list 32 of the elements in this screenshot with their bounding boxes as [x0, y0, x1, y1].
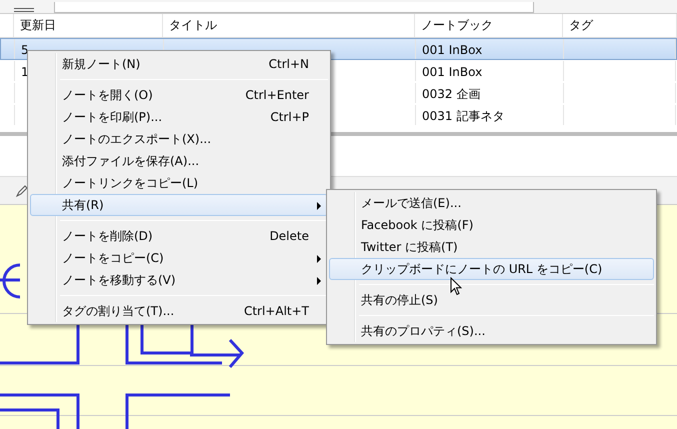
menu-item[interactable]: 添付ファイルを保存(A)...	[30, 150, 328, 172]
list-view-icon[interactable]	[14, 7, 34, 13]
column-header[interactable]: ノートブック	[415, 14, 563, 37]
menu-item[interactable]: 共有のプロパティ(S)...	[329, 320, 654, 342]
menu-item[interactable]: メールで送信(E)...	[329, 192, 654, 214]
menu-item[interactable]: 共有の停止(S)	[329, 289, 654, 311]
menu-item[interactable]: クリップボードにノートの URL をコピー(C)	[329, 258, 654, 280]
menu-item[interactable]: Facebook に投稿(F)	[329, 214, 654, 236]
shortcut-text: Ctrl+Enter	[245, 87, 309, 104]
menu-item[interactable]: ノートを削除(D) Delete	[30, 225, 328, 247]
shortcut-text: Delete	[270, 228, 309, 245]
menu-item[interactable]: 共有(R)	[30, 194, 328, 216]
menu-item[interactable]: ノートリンクをコピー(L)	[30, 172, 328, 194]
search-field[interactable]	[54, 2, 534, 13]
table-cell: 001 InBox	[422, 43, 482, 57]
table-cell: 1	[21, 65, 29, 79]
menu-item[interactable]: ノートを開く(O) Ctrl+Enter	[30, 84, 328, 106]
pen-icon[interactable]	[16, 184, 28, 196]
menu-item[interactable]: ノートをコピー(C)	[30, 247, 328, 269]
menu-item[interactable]: Twitter に投稿(T)	[329, 236, 654, 258]
shortcut-text: Ctrl+P	[270, 109, 309, 126]
column-header[interactable]: タグ	[563, 14, 677, 37]
menu-item[interactable]: ノートを印刷(P)... Ctrl+P	[30, 106, 328, 128]
shortcut-text: Ctrl+Alt+T	[244, 303, 309, 320]
column-header[interactable]: タイトル	[163, 14, 415, 37]
table-cell: 0031 記事ネタ	[422, 109, 504, 123]
menu-item[interactable]: ノートを移動する(V)	[30, 269, 328, 291]
menu-item[interactable]: タグの割り当て(T)... Ctrl+Alt+T	[30, 300, 328, 322]
table-cell: 0032 企画	[422, 87, 480, 101]
menu-item[interactable]: ノートのエクスポート(X)...	[30, 128, 328, 150]
table-cell: 001 InBox	[422, 65, 482, 79]
column-header[interactable]: 更新日	[14, 14, 163, 37]
